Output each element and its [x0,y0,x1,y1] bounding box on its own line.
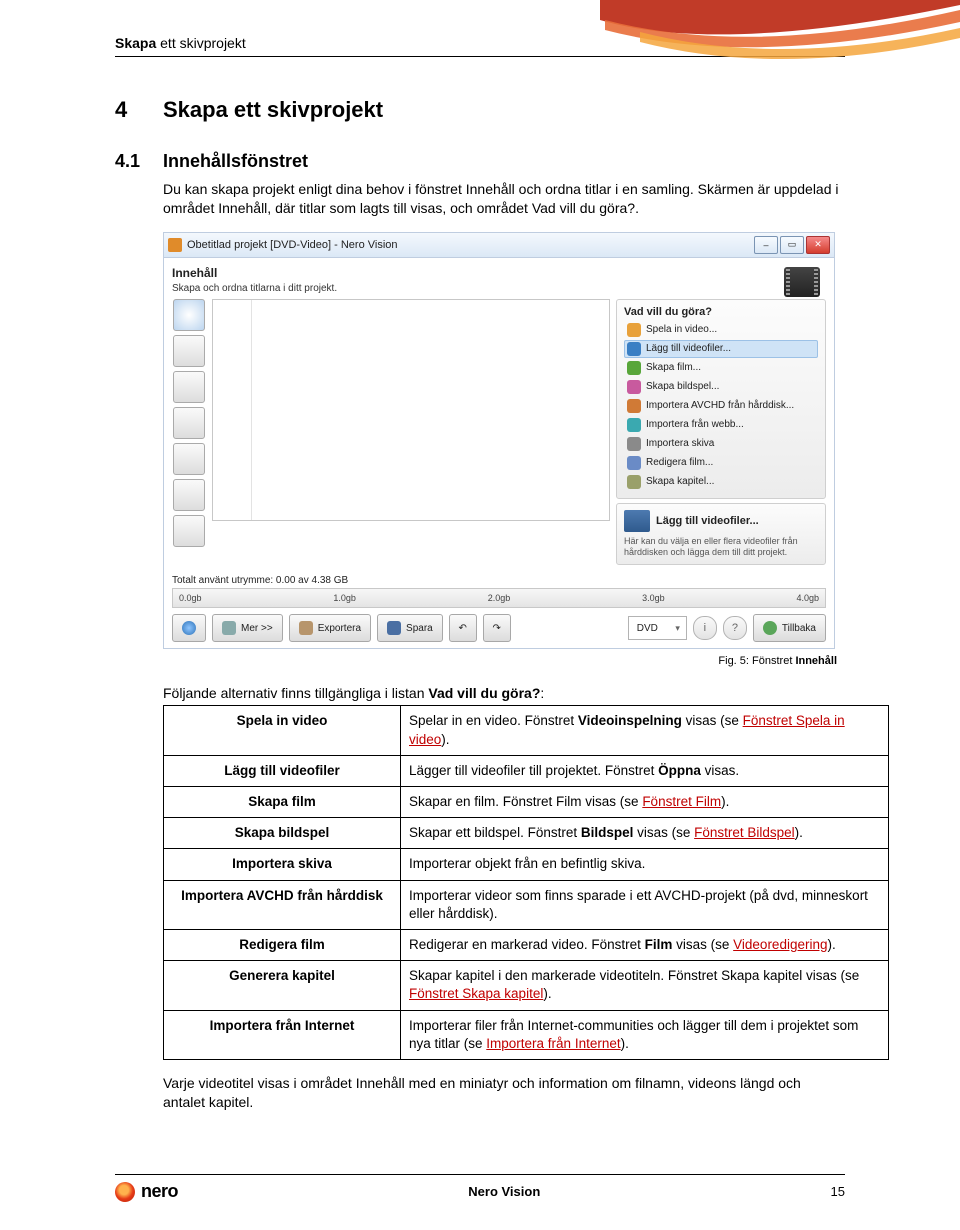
actions-panel: Vad vill du göra? Spela in video... Lägg… [616,299,826,499]
redo-button[interactable]: ↷ [483,614,511,642]
link[interactable]: Fönstret Skapa kapitel [409,986,543,1001]
page-header: Skapa ett skivprojekt [115,35,960,51]
action-item[interactable]: Spela in video... [624,321,818,339]
left-toolbar [172,299,206,566]
app-icon [168,238,182,252]
toolbar-button[interactable] [173,299,205,331]
gear-icon [222,621,236,635]
hint-text: Här kan du välja en eller flera videofil… [624,536,818,559]
help-round-button[interactable]: ? [723,616,747,640]
flame-icon [115,1182,135,1202]
usage-label: Totalt använt utrymme: 0.00 av 4.38 GB [172,575,348,586]
hint-panel: Lägg till videofiler... Här kan du välja… [616,503,826,566]
window-titlebar: Obetitlad projekt [DVD-Video] - Nero Vis… [164,233,834,258]
disc-type-select[interactable]: DVD [628,616,687,640]
back-icon [763,621,777,635]
minimize-button[interactable]: – [754,236,778,254]
more-button[interactable]: Mer >> [212,614,283,642]
figure-caption: Fig. 5: Fönstret Innehåll [115,655,837,667]
options-table: Spela in videoSpelar in en video. Fönstr… [163,705,889,1060]
heading-1: 4Skapa ett skivprojekt [115,97,845,123]
toolbar-button[interactable] [173,371,205,403]
disc-icon [627,437,641,451]
web-icon [627,418,641,432]
back-button[interactable]: Tillbaka [753,614,826,642]
import-icon [627,399,641,413]
action-item[interactable]: Skapa kapitel... [624,473,818,491]
logo: nero [115,1181,178,1202]
close-button[interactable]: ✕ [806,236,830,254]
heading-2: 4.1Innehållsfönstret [115,151,845,172]
action-list: Spela in video... Lägg till videofiler..… [624,321,818,491]
action-item[interactable]: Skapa bildspel... [624,378,818,396]
capacity-ruler: 0.0gb1.0gb2.0gb3.0gb4.0gb [172,588,826,608]
help-icon [182,621,196,635]
save-button[interactable]: Spara [377,614,443,642]
table-cell-right: Spelar in en video. Fönstret Videoinspel… [401,706,889,755]
undo-button[interactable]: ↶ [449,614,477,642]
actions-title: Vad vill du göra? [624,306,818,318]
action-item[interactable]: Redigera film... [624,454,818,472]
toolbar-button[interactable] [173,479,205,511]
hint-title: Lägg till videofiler... [656,515,759,527]
save-icon [387,621,401,635]
footer-rule [115,1174,845,1175]
link[interactable]: Importera från Internet [486,1036,620,1051]
footer-center: Nero Vision [468,1184,540,1199]
app-window: Obetitlad projekt [DVD-Video] - Nero Vis… [163,232,835,650]
chapter-icon [627,475,641,489]
film-icon [784,267,820,297]
add-files-icon [627,342,641,356]
info-button[interactable]: i [693,616,717,640]
content-pane [212,299,610,521]
action-item[interactable]: Importera AVCHD från hårddisk... [624,397,818,415]
table-cell-left: Spela in video [164,706,401,755]
hint-icon [624,510,650,532]
export-icon [299,621,313,635]
action-item[interactable]: Skapa film... [624,359,818,377]
section-subtitle: Skapa och ordna titlarna i ditt projekt. [172,283,784,294]
page-number: 15 [831,1184,845,1199]
film-icon [627,361,641,375]
toolbar-button[interactable] [173,407,205,439]
maximize-button[interactable]: ▭ [780,236,804,254]
export-button[interactable]: Exportera [289,614,371,642]
link[interactable]: Fönstret Bildspel [694,825,795,840]
slideshow-icon [627,380,641,394]
intro-paragraph: Du kan skapa projekt enligt dina behov i… [163,180,845,218]
action-item[interactable]: Importera från webb... [624,416,818,434]
toolbar-button[interactable] [173,443,205,475]
section-title: Innehåll [172,266,784,280]
link[interactable]: Videoredigering [733,937,827,952]
toolbar-button[interactable] [173,515,205,547]
link[interactable]: Fönstret Film [642,794,721,809]
table-intro: Följande alternativ finns tillgängliga i… [163,685,845,701]
action-item-selected[interactable]: Lägg till videofiler... [624,340,818,358]
help-button[interactable] [172,614,206,642]
video-icon [627,323,641,337]
edit-icon [627,456,641,470]
action-item[interactable]: Importera skiva [624,435,818,453]
window-title: Obetitlad projekt [DVD-Video] - Nero Vis… [187,239,754,251]
toolbar-button[interactable] [173,335,205,367]
closing-paragraph: Varje videotitel visas i området Innehål… [163,1074,845,1112]
